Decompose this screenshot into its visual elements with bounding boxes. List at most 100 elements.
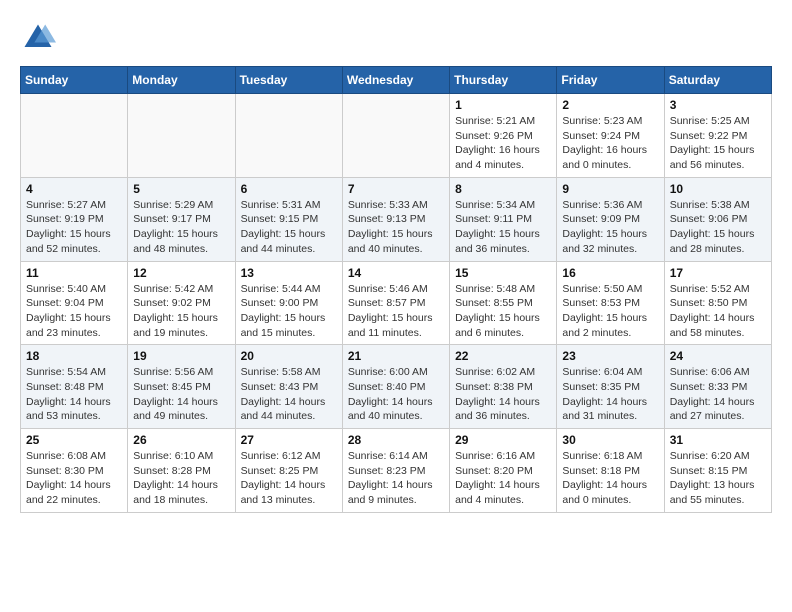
day-number: 15 [455, 266, 551, 280]
calendar-cell: 31 Sunrise: 6:20 AM Sunset: 8:15 PM Dayli… [664, 429, 771, 513]
day-info: Sunrise: 5:46 AM Sunset: 8:57 PM Dayligh… [348, 282, 444, 341]
calendar-cell: 20 Sunrise: 5:58 AM Sunset: 8:43 PM Dayli… [235, 345, 342, 429]
day-number: 4 [26, 182, 122, 196]
logo-icon [20, 20, 56, 56]
calendar-cell: 12 Sunrise: 5:42 AM Sunset: 9:02 PM Dayli… [128, 261, 235, 345]
day-number: 9 [562, 182, 658, 196]
calendar-cell [235, 94, 342, 178]
day-info: Sunrise: 5:27 AM Sunset: 9:19 PM Dayligh… [26, 198, 122, 257]
day-number: 3 [670, 98, 766, 112]
weekday-header-friday: Friday [557, 67, 664, 94]
weekday-header-monday: Monday [128, 67, 235, 94]
weekday-header-wednesday: Wednesday [342, 67, 449, 94]
day-info: Sunrise: 5:44 AM Sunset: 9:00 PM Dayligh… [241, 282, 337, 341]
day-number: 17 [670, 266, 766, 280]
day-number: 27 [241, 433, 337, 447]
calendar-cell: 7 Sunrise: 5:33 AM Sunset: 9:13 PM Daylig… [342, 177, 449, 261]
calendar-cell: 16Sunrise: 5:50 AM Sunset: 8:53 PM Dayli… [557, 261, 664, 345]
day-info: Sunrise: 5:29 AM Sunset: 9:17 PM Dayligh… [133, 198, 229, 257]
calendar-cell: 21Sunrise: 6:00 AM Sunset: 8:40 PM Dayli… [342, 345, 449, 429]
weekday-header-tuesday: Tuesday [235, 67, 342, 94]
day-info: Sunrise: 6:16 AM Sunset: 8:20 PM Dayligh… [455, 449, 551, 508]
calendar-cell: 25 Sunrise: 6:08 AM Sunset: 8:30 PM Dayli… [21, 429, 128, 513]
calendar-cell: 18 Sunrise: 5:54 AM Sunset: 8:48 PM Dayli… [21, 345, 128, 429]
calendar-cell: 2 Sunrise: 5:23 AM Sunset: 9:24 PM Daylig… [557, 94, 664, 178]
day-info: Sunrise: 5:23 AM Sunset: 9:24 PM Dayligh… [562, 114, 658, 173]
day-number: 31 [670, 433, 766, 447]
day-info: Sunrise: 6:20 AM Sunset: 8:15 PM Dayligh… [670, 449, 766, 508]
calendar-cell: 28 Sunrise: 6:14 AM Sunset: 8:23 PM Dayli… [342, 429, 449, 513]
calendar-week-row: 1 Sunrise: 5:21 AM Sunset: 9:26 PM Daylig… [21, 94, 772, 178]
day-info: Sunrise: 5:52 AM Sunset: 8:50 PM Dayligh… [670, 282, 766, 341]
calendar-cell: 14 Sunrise: 5:46 AM Sunset: 8:57 PM Dayli… [342, 261, 449, 345]
calendar-cell: 3 Sunrise: 5:25 AM Sunset: 9:22 PM Daylig… [664, 94, 771, 178]
day-info: Sunrise: 5:40 AM Sunset: 9:04 PM Dayligh… [26, 282, 122, 341]
calendar-cell: 27 Sunrise: 6:12 AM Sunset: 8:25 PM Dayli… [235, 429, 342, 513]
day-info: Sunrise: 6:02 AM Sunset: 8:38 PM Dayligh… [455, 365, 551, 424]
calendar-cell: 23Sunrise: 6:04 AM Sunset: 8:35 PM Dayli… [557, 345, 664, 429]
page-header [20, 20, 772, 56]
calendar-cell [342, 94, 449, 178]
day-info: Sunrise: 5:58 AM Sunset: 8:43 PM Dayligh… [241, 365, 337, 424]
day-info: Sunrise: 6:18 AM Sunset: 8:18 PM Dayligh… [562, 449, 658, 508]
day-number: 5 [133, 182, 229, 196]
day-info: Sunrise: 6:14 AM Sunset: 8:23 PM Dayligh… [348, 449, 444, 508]
weekday-header-thursday: Thursday [450, 67, 557, 94]
day-number: 10 [670, 182, 766, 196]
day-info: Sunrise: 5:42 AM Sunset: 9:02 PM Dayligh… [133, 282, 229, 341]
day-info: Sunrise: 6:06 AM Sunset: 8:33 PM Dayligh… [670, 365, 766, 424]
day-info: Sunrise: 5:38 AM Sunset: 9:06 PM Dayligh… [670, 198, 766, 257]
day-number: 1 [455, 98, 551, 112]
calendar-cell [128, 94, 235, 178]
calendar-cell: 5 Sunrise: 5:29 AM Sunset: 9:17 PM Daylig… [128, 177, 235, 261]
day-info: Sunrise: 5:34 AM Sunset: 9:11 PM Dayligh… [455, 198, 551, 257]
calendar-cell: 15 Sunrise: 5:48 AM Sunset: 8:55 PM Dayli… [450, 261, 557, 345]
calendar-cell: 11 Sunrise: 5:40 AM Sunset: 9:04 PM Dayli… [21, 261, 128, 345]
day-number: 25 [26, 433, 122, 447]
calendar-cell: 22 Sunrise: 6:02 AM Sunset: 8:38 PM Dayli… [450, 345, 557, 429]
logo [20, 20, 60, 56]
calendar-cell: 1 Sunrise: 5:21 AM Sunset: 9:26 PM Daylig… [450, 94, 557, 178]
weekday-header-saturday: Saturday [664, 67, 771, 94]
day-info: Sunrise: 6:08 AM Sunset: 8:30 PM Dayligh… [26, 449, 122, 508]
day-info: Sunrise: 5:50 AM Sunset: 8:53 PM Dayligh… [562, 282, 658, 341]
day-number: 30 [562, 433, 658, 447]
calendar-cell: 26Sunrise: 6:10 AM Sunset: 8:28 PM Dayli… [128, 429, 235, 513]
calendar-cell: 10 Sunrise: 5:38 AM Sunset: 9:06 PM Dayli… [664, 177, 771, 261]
day-info: Sunrise: 5:54 AM Sunset: 8:48 PM Dayligh… [26, 365, 122, 424]
day-number: 24 [670, 349, 766, 363]
calendar-table: SundayMondayTuesdayWednesdayThursdayFrid… [20, 66, 772, 513]
day-number: 26 [133, 433, 229, 447]
calendar-cell: 9Sunrise: 5:36 AM Sunset: 9:09 PM Daylig… [557, 177, 664, 261]
day-number: 18 [26, 349, 122, 363]
day-number: 14 [348, 266, 444, 280]
day-info: Sunrise: 5:21 AM Sunset: 9:26 PM Dayligh… [455, 114, 551, 173]
weekday-header-sunday: Sunday [21, 67, 128, 94]
day-info: Sunrise: 6:12 AM Sunset: 8:25 PM Dayligh… [241, 449, 337, 508]
day-info: Sunrise: 5:31 AM Sunset: 9:15 PM Dayligh… [241, 198, 337, 257]
day-number: 28 [348, 433, 444, 447]
day-info: Sunrise: 5:48 AM Sunset: 8:55 PM Dayligh… [455, 282, 551, 341]
day-number: 8 [455, 182, 551, 196]
calendar-week-row: 25 Sunrise: 6:08 AM Sunset: 8:30 PM Dayli… [21, 429, 772, 513]
calendar-cell: 29Sunrise: 6:16 AM Sunset: 8:20 PM Dayli… [450, 429, 557, 513]
calendar-cell: 17 Sunrise: 5:52 AM Sunset: 8:50 PM Dayli… [664, 261, 771, 345]
day-number: 12 [133, 266, 229, 280]
day-info: Sunrise: 5:25 AM Sunset: 9:22 PM Dayligh… [670, 114, 766, 173]
day-number: 2 [562, 98, 658, 112]
calendar-cell: 4 Sunrise: 5:27 AM Sunset: 9:19 PM Daylig… [21, 177, 128, 261]
day-info: Sunrise: 5:56 AM Sunset: 8:45 PM Dayligh… [133, 365, 229, 424]
calendar-cell: 6 Sunrise: 5:31 AM Sunset: 9:15 PM Daylig… [235, 177, 342, 261]
weekday-header-row: SundayMondayTuesdayWednesdayThursdayFrid… [21, 67, 772, 94]
calendar-cell [21, 94, 128, 178]
day-number: 20 [241, 349, 337, 363]
calendar-cell: 19Sunrise: 5:56 AM Sunset: 8:45 PM Dayli… [128, 345, 235, 429]
day-info: Sunrise: 6:00 AM Sunset: 8:40 PM Dayligh… [348, 365, 444, 424]
day-info: Sunrise: 5:33 AM Sunset: 9:13 PM Dayligh… [348, 198, 444, 257]
day-number: 7 [348, 182, 444, 196]
day-number: 6 [241, 182, 337, 196]
day-number: 11 [26, 266, 122, 280]
day-number: 23 [562, 349, 658, 363]
day-number: 22 [455, 349, 551, 363]
calendar-week-row: 4 Sunrise: 5:27 AM Sunset: 9:19 PM Daylig… [21, 177, 772, 261]
